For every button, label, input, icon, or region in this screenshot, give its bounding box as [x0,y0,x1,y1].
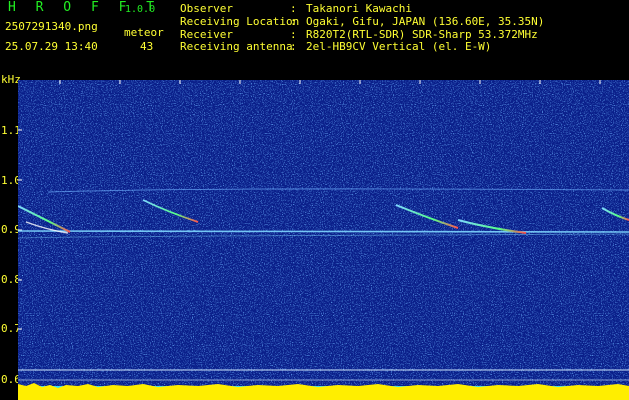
hrofft-window: H R O F F T 1.0.0 2507291340.png meteor … [0,0,629,400]
level-bar-floor [18,395,629,400]
info-value-observer: Takanori Kawachi [306,2,412,15]
info-value-antenna: 2el-HB9CV Vertical (el. E-W) [306,40,492,53]
info-key-antenna: Receiving antenna [180,40,293,53]
info-key-observer: Observer [180,2,233,15]
filename-label: 2507291340.png [5,20,98,33]
meteor-label: meteor [124,26,164,39]
info-value-location: Ogaki, Gifu, JAPAN (136.60E, 35.35N) [306,15,545,28]
spectrogram-plot [18,80,629,400]
carrier-line [18,230,629,233]
info-key-location: Receiving Location [180,15,300,28]
info-sep: : [290,40,297,53]
app-version: 1.0.0 [125,4,156,15]
meteor-count: 43 [140,40,154,53]
info-sep: : [290,2,297,15]
noise-speckle [18,80,629,400]
info-sep: : [290,15,297,28]
datetime-label: 25.07.29 13:40 [5,40,98,53]
